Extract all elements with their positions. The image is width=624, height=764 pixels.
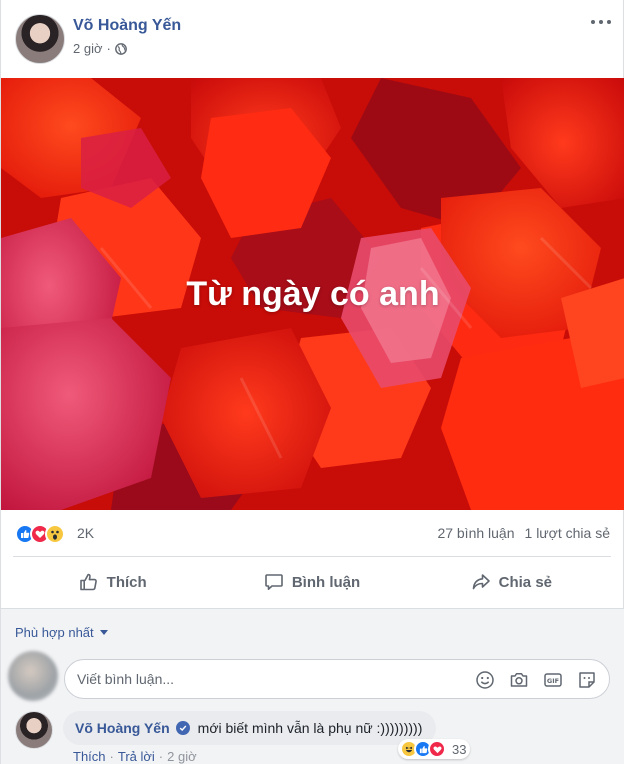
reaction-count[interactable]: 2K — [77, 525, 94, 541]
post-actions: Thích Bình luận Chia sẻ — [13, 557, 611, 607]
comment-label: Bình luận — [291, 573, 361, 591]
dot-separator: · — [158, 749, 164, 764]
comment-reaction-count: 33 — [452, 741, 467, 757]
comment-input[interactable] — [77, 668, 457, 690]
like-label: Thích — [106, 573, 147, 591]
comment-count[interactable]: 27 bình luận — [437, 525, 514, 541]
reaction-summary: 2K 27 bình luận 1 lượt chia sẻ — [1, 510, 624, 556]
dot-separator: · — [106, 41, 111, 56]
post-header: Võ Hoàng Yến 2 giờ · — [1, 0, 624, 78]
like-button[interactable]: Thích — [13, 557, 212, 607]
love-icon — [428, 740, 446, 758]
comment-sort-dropdown[interactable]: Phù hợp nhất — [15, 625, 108, 640]
more-options-icon[interactable] — [591, 16, 613, 28]
author-avatar[interactable] — [15, 14, 65, 64]
current-user-avatar[interactable] — [8, 651, 58, 701]
sort-label: Phù hợp nhất — [15, 625, 94, 640]
comment-actions: Thích · Trả lời · 2 giờ — [73, 749, 197, 764]
comment-composer: GIF — [64, 659, 610, 699]
gif-icon[interactable]: GIF — [541, 669, 565, 691]
comment-like-link[interactable]: Thích — [73, 749, 106, 764]
comment-icon — [265, 574, 283, 590]
thumbs-up-icon — [79, 573, 97, 591]
comment-reply-link[interactable]: Trả lời — [118, 749, 155, 764]
post-time[interactable]: 2 giờ — [73, 41, 103, 56]
comment-author[interactable]: Võ Hoàng Yến — [75, 720, 170, 736]
composer-tools: GIF — [473, 669, 599, 691]
wow-icon — [45, 524, 65, 544]
camera-icon[interactable] — [507, 669, 531, 691]
comment-bubble: Võ Hoàng Yến mới biết mình vẫn là phụ nữ… — [63, 711, 437, 745]
status-background: Từ ngày có anh — [1, 78, 624, 510]
dot-separator: · — [109, 749, 114, 764]
commenter-avatar[interactable] — [15, 711, 53, 749]
status-text: Từ ngày có anh — [186, 274, 440, 313]
share-icon — [472, 574, 490, 590]
comment-reactions[interactable]: 33 — [398, 739, 471, 759]
engagement-counts: 27 bình luận 1 lượt chia sẻ — [437, 525, 610, 541]
share-label: Chia sẻ — [498, 573, 552, 591]
svg-text:GIF: GIF — [547, 677, 559, 685]
share-button[interactable]: Chia sẻ — [412, 557, 611, 607]
verified-badge-icon — [175, 721, 190, 735]
comments-section: Phù hợp nhất GIF Võ — [1, 608, 624, 764]
author-name[interactable]: Võ Hoàng Yến — [73, 17, 181, 35]
emoji-icon[interactable] — [473, 669, 497, 691]
globe-icon[interactable] — [114, 42, 127, 55]
comment-time[interactable]: 2 giờ — [167, 749, 197, 764]
comment-text: mới biết mình vẫn là phụ nữ :))))))))) — [197, 720, 423, 736]
post-meta: 2 giờ · — [73, 41, 127, 56]
comment-button[interactable]: Bình luận — [212, 557, 411, 607]
share-count[interactable]: 1 lượt chia sẻ — [525, 525, 610, 541]
post-card: Võ Hoàng Yến 2 giờ · Từ ngày có anh 2K 2… — [0, 0, 624, 764]
sticker-icon[interactable] — [575, 669, 599, 691]
chevron-down-icon — [99, 630, 108, 635]
